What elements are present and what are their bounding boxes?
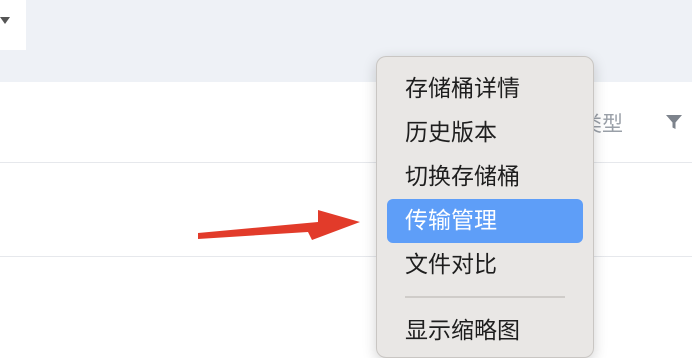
caret-down-icon: [0, 17, 10, 24]
context-menu: 存储桶详情 历史版本 切换存储桶 传输管理 文件对比 显示缩略图: [376, 56, 594, 358]
filter-dropdown[interactable]: [0, 0, 26, 50]
filter-icon[interactable]: [664, 112, 684, 132]
red-arrow-annotation: [198, 210, 360, 240]
menu-item-switch-bucket[interactable]: 切换存储桶: [387, 155, 583, 199]
menu-separator: [405, 296, 565, 298]
menu-item-version-history[interactable]: 历史版本: [387, 111, 583, 155]
menu-item-show-thumbnails[interactable]: 显示缩略图: [387, 309, 583, 353]
menu-item-transfer-management[interactable]: 传输管理: [387, 199, 583, 243]
menu-item-bucket-details[interactable]: 存储桶详情: [387, 67, 583, 111]
menu-item-file-compare[interactable]: 文件对比: [387, 243, 583, 287]
